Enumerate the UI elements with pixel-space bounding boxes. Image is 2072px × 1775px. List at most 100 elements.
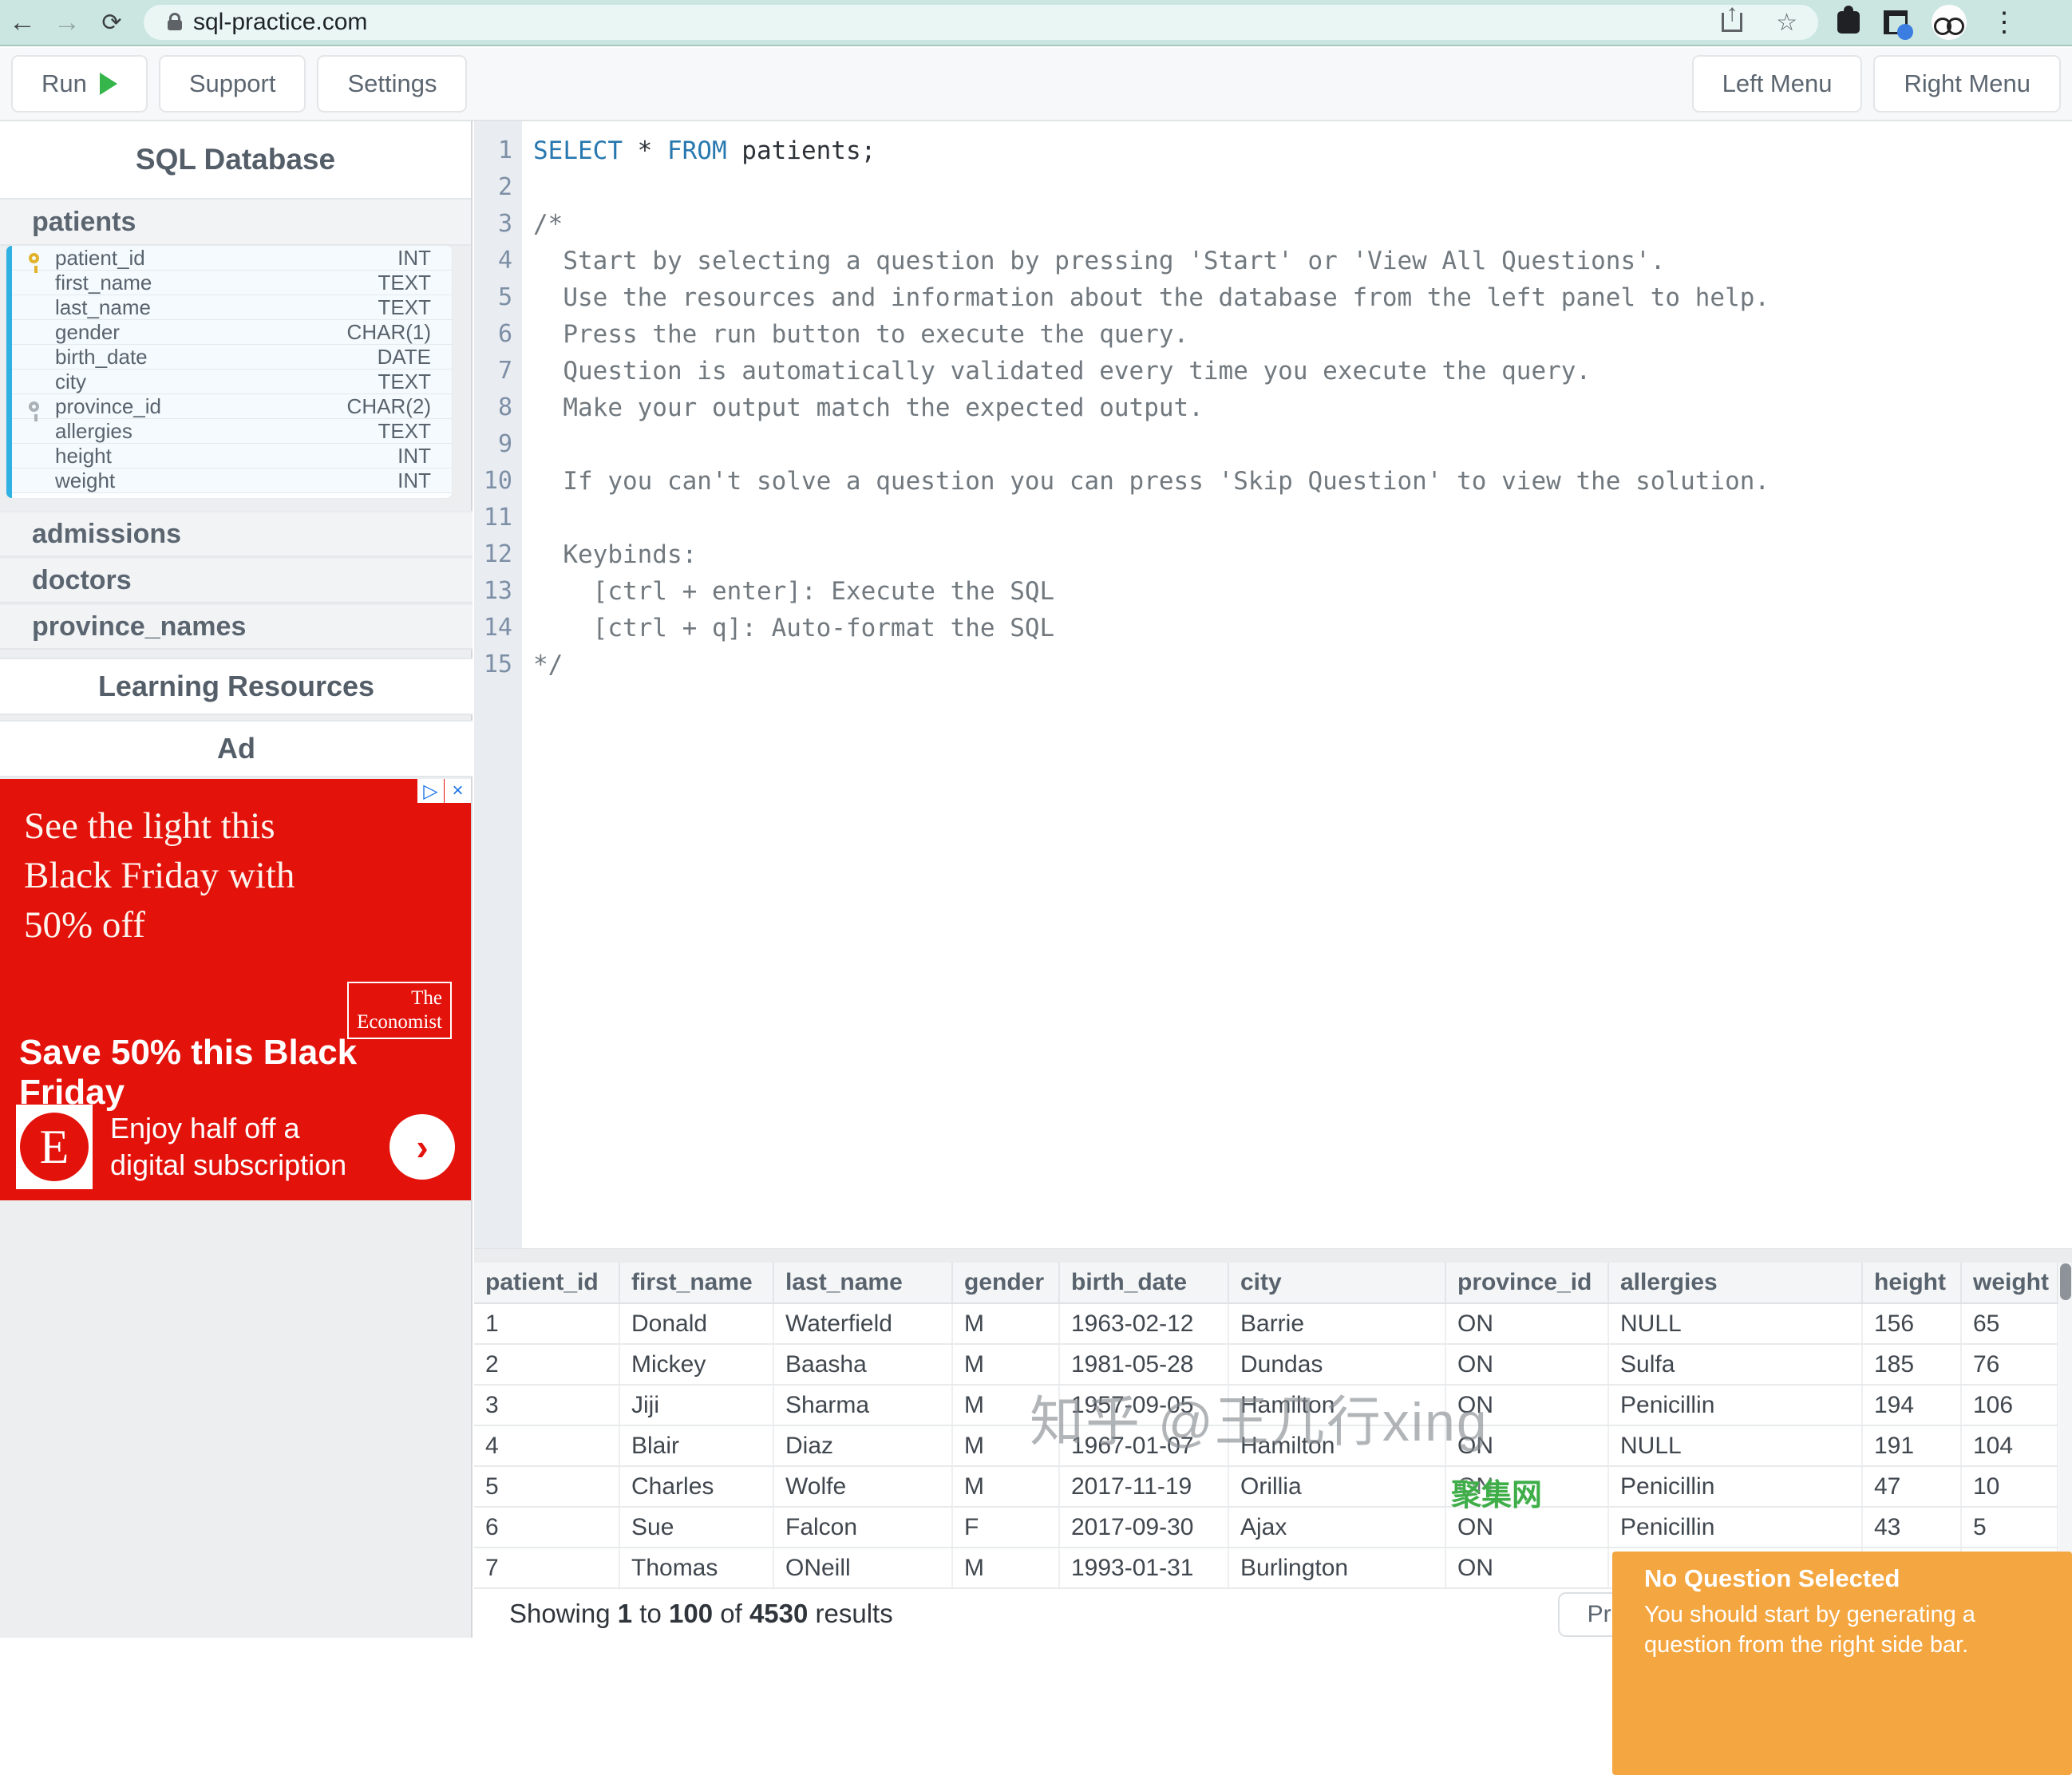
line-number: 2: [474, 169, 522, 206]
table-cell: Barrie: [1228, 1303, 1445, 1344]
schema-row: province_idCHAR(2): [12, 394, 452, 419]
table-cell: Jiji: [619, 1385, 773, 1425]
results-column-header: gender: [952, 1263, 1059, 1303]
table-cell: 2017-09-30: [1059, 1507, 1228, 1548]
learning-resources-header[interactable]: Learning Resources: [0, 658, 473, 715]
line-number: 3: [474, 206, 522, 243]
table-cell: M: [952, 1548, 1059, 1588]
ad-arrow-button[interactable]: ›: [389, 1114, 455, 1180]
table-cell: Baasha: [773, 1344, 952, 1385]
schema-row: last_nameTEXT: [12, 295, 452, 320]
table-cell: 10: [1961, 1466, 2058, 1507]
schema-column-name: allergies: [55, 419, 378, 444]
panel-splitter[interactable]: [474, 1248, 2072, 1263]
results-scrollbar-thumb[interactable]: [2060, 1263, 2071, 1300]
adchoices-icon[interactable]: ▷: [417, 779, 444, 803]
toast-title: No Question Selected: [1644, 1564, 2056, 1593]
code-line: */: [533, 646, 1770, 683]
forward-icon[interactable]: →: [45, 7, 89, 38]
run-button[interactable]: Run: [11, 55, 148, 113]
code-line: Make your output match the expected outp…: [533, 389, 1770, 426]
reload-icon[interactable]: ⟳: [89, 9, 134, 37]
table-cell: 7: [474, 1548, 619, 1588]
schema-column-type: INT: [397, 246, 452, 271]
sql-editor[interactable]: 123456789101112131415 SELECT * FROM pati…: [474, 121, 2072, 1248]
table-cell: 2: [474, 1344, 619, 1385]
table-cell: 6: [474, 1507, 619, 1548]
code-line: Press the run button to execute the quer…: [533, 316, 1770, 353]
right-menu-button[interactable]: Right Menu: [1873, 55, 2061, 113]
results-column-header: allergies: [1608, 1263, 1862, 1303]
schema-row: weightINT: [12, 468, 452, 493]
ad-subtext: Enjoy half off a digital subscription: [110, 1110, 374, 1184]
support-button[interactable]: Support: [159, 55, 306, 113]
extension-badge-icon[interactable]: [1884, 10, 1908, 34]
table-cell: 2017-11-19: [1059, 1466, 1228, 1507]
line-number: 1: [474, 132, 522, 169]
left-menu-button[interactable]: Left Menu: [1692, 55, 1863, 113]
schema-row: first_nameTEXT: [12, 271, 452, 295]
run-play-icon: [100, 73, 117, 95]
table-cell: Wolfe: [773, 1466, 952, 1507]
results-column-header: height: [1862, 1263, 1961, 1303]
editor-code[interactable]: SELECT * FROM patients; /* Start by sele…: [533, 132, 1770, 683]
bookmark-star-icon[interactable]: ☆: [1776, 9, 1797, 37]
results-column-header: patient_id: [474, 1263, 619, 1303]
schema-row: genderCHAR(1): [12, 320, 452, 345]
table-cell: Falcon: [773, 1507, 952, 1548]
watermark-jujiwang: 聚集网: [1451, 1470, 1542, 1514]
table-cell: F: [952, 1507, 1059, 1548]
table-row: 5CharlesWolfeM2017-11-19OrilliaONPenicil…: [474, 1466, 2058, 1507]
url-bar[interactable]: sql-practice.com ☆: [144, 5, 1818, 40]
schema-table: patient_idINTfirst_nameTEXTlast_nameTEXT…: [6, 246, 452, 498]
back-icon[interactable]: ←: [0, 7, 45, 38]
schema-column-type: TEXT: [378, 295, 452, 320]
schema-row: allergiesTEXT: [12, 419, 452, 444]
line-number: 13: [474, 573, 522, 610]
table-cell: ON: [1445, 1548, 1608, 1588]
results-column-header: last_name: [773, 1263, 952, 1303]
line-number: 11: [474, 500, 522, 536]
table-cell: Waterfield: [773, 1303, 952, 1344]
schema-row: patient_idINT: [12, 246, 452, 271]
sidebar-item-doctors[interactable]: doctors: [0, 557, 473, 603]
table-cell: Donald: [619, 1303, 773, 1344]
ad-close-icon[interactable]: ×: [444, 779, 471, 803]
sidebar-item-province-names[interactable]: province_names: [0, 603, 473, 650]
ad-save-line: Save 50% this Black Friday: [19, 1033, 471, 1113]
sidebar-item-admissions[interactable]: admissions: [0, 511, 473, 557]
schema-column-type: TEXT: [378, 370, 452, 394]
table-cell: NULL: [1608, 1425, 1862, 1466]
line-number: 14: [474, 610, 522, 646]
url-text[interactable]: sql-practice.com: [193, 9, 1706, 36]
extensions-puzzle-icon[interactable]: [1837, 11, 1860, 34]
toast-body: You should start by generating a questio…: [1644, 1599, 2047, 1660]
table-cell: 3: [474, 1385, 619, 1425]
table-cell: Mickey: [619, 1344, 773, 1385]
settings-button[interactable]: Settings: [317, 55, 467, 113]
code-line: [533, 169, 1770, 206]
ad-banner[interactable]: ▷ × See the light this Black Friday with…: [0, 779, 471, 1200]
profile-avatar[interactable]: [1932, 5, 1967, 40]
lock-icon: [168, 20, 182, 30]
browser-menu-icon[interactable]: ⋮: [1991, 6, 2018, 38]
code-line: [ctrl + q]: Auto-format the SQL: [533, 610, 1770, 646]
table-cell: Charles: [619, 1466, 773, 1507]
table-cell: 104: [1961, 1425, 2058, 1466]
table-cell: Sulfa: [1608, 1344, 1862, 1385]
share-icon[interactable]: [1722, 13, 1742, 32]
table-cell: M: [952, 1303, 1059, 1344]
code-line: Use the resources and information about …: [533, 279, 1770, 316]
table-cell: NULL: [1608, 1303, 1862, 1344]
table-cell: 76: [1961, 1344, 2058, 1385]
table-row: 1DonaldWaterfieldM1963-02-12BarrieONNULL…: [474, 1303, 2058, 1344]
table-cell: 4: [474, 1425, 619, 1466]
table-cell: Penicillin: [1608, 1385, 1862, 1425]
table-cell: Burlington: [1228, 1548, 1445, 1588]
results-column-header: first_name: [619, 1263, 773, 1303]
schema-column-name: patient_id: [55, 246, 397, 271]
results-scrollbar[interactable]: [2059, 1263, 2072, 1589]
table-cell: 185: [1862, 1344, 1961, 1385]
sidebar-item-patients[interactable]: patients: [0, 200, 471, 246]
table-cell: 1993-01-31: [1059, 1548, 1228, 1588]
